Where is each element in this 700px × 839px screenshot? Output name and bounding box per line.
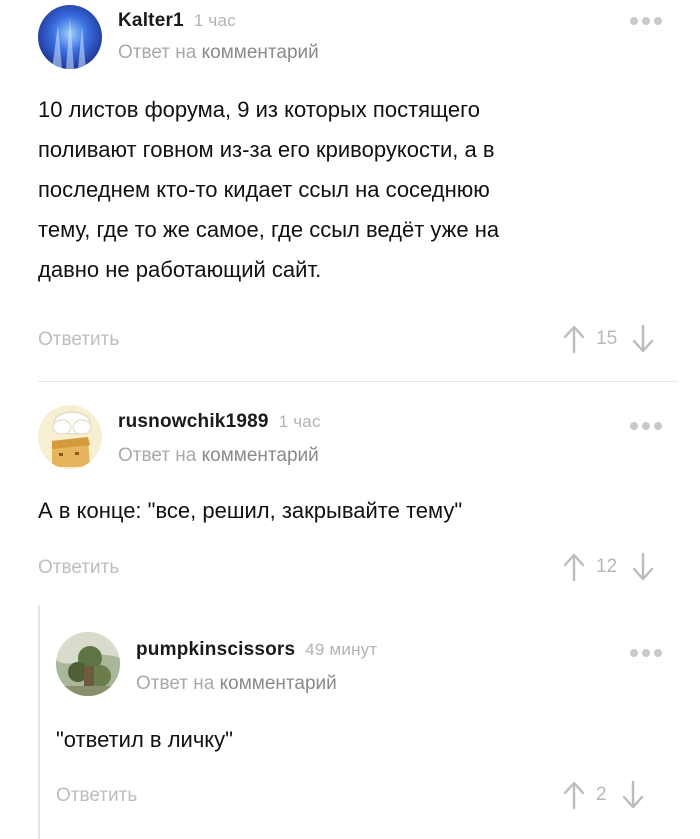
reply-to-link[interactable]: комментарий [220, 673, 337, 694]
username-text[interactable]: rusnowchik1989 [118, 411, 269, 432]
comment-line: "ответил в личку" [56, 727, 233, 752]
avatar[interactable] [56, 632, 120, 696]
more-dots-icon[interactable] [630, 12, 670, 26]
reply-to-label: Ответ на комментарий [118, 445, 319, 467]
comment-body: "ответил в личку" [56, 720, 233, 760]
reply-to-label: Ответ на комментарий [136, 673, 337, 695]
arrow-down-icon[interactable] [631, 324, 655, 354]
comment-line: последнем кто-то кидает ссыл на соседнюю [38, 177, 490, 202]
reply-to-prefix: Ответ на [118, 42, 197, 63]
comment-body: 10 листов форума, 9 из которых постящего… [38, 90, 499, 290]
vote-count: 2 [596, 784, 607, 805]
comment-body: А в конце: "все, решил, закрывайте тему" [38, 491, 462, 531]
vote-control: 2 [562, 778, 645, 812]
reply-to-link[interactable]: комментарий [202, 445, 319, 466]
username-text[interactable]: Kalter1 [118, 10, 184, 31]
timestamp: 1 час [193, 11, 236, 30]
reply-to-prefix: Ответ на [136, 673, 215, 694]
reply-to-link[interactable]: комментарий [202, 42, 319, 63]
comment-rusnowchik1989: rusnowchik1989 1 час Ответ на комментарий… [0, 395, 700, 595]
reply-to-prefix: Ответ на [118, 445, 197, 466]
reply-button[interactable]: Ответить [38, 329, 119, 351]
arrow-up-icon[interactable] [562, 324, 586, 354]
reply-button[interactable]: Ответить [56, 785, 137, 807]
vote-control: 15 [562, 322, 655, 356]
comment-line: тему, где то же самое, где ссыл ведёт уж… [38, 217, 500, 242]
avatar[interactable] [38, 405, 102, 469]
arrow-down-icon[interactable] [621, 780, 645, 810]
arrow-down-icon[interactable] [631, 552, 655, 582]
reply-button[interactable]: Ответить [38, 557, 119, 579]
username[interactable]: pumpkinscissors 49 минут [136, 639, 377, 661]
vote-control: 12 [562, 550, 655, 584]
username[interactable]: rusnowchik1989 1 час [118, 411, 321, 433]
timestamp: 49 минут [305, 640, 378, 659]
timestamp: 1 час [278, 412, 321, 431]
comment-kalter1: Kalter1 1 час Ответ на комментарий 10 лис… [0, 0, 700, 380]
comment-line: давно не работающий сайт. [38, 257, 322, 282]
arrow-up-icon[interactable] [562, 780, 586, 810]
comment-line: поливают говном из-за его криворукости, … [38, 137, 495, 162]
username-text[interactable]: pumpkinscissors [136, 639, 295, 660]
more-dots-icon[interactable] [630, 417, 670, 431]
comment-line: 10 листов форума, 9 из которых постящего [38, 97, 480, 122]
vote-count: 15 [596, 328, 618, 349]
comment-line: А в конце: "все, решил, закрывайте тему" [38, 498, 463, 523]
comment-divider [38, 381, 678, 382]
username[interactable]: Kalter1 1 час [118, 10, 236, 32]
arrow-up-icon[interactable] [562, 552, 586, 582]
comment-pumpkinscissors: pumpkinscissors 49 минут Ответ на коммент… [0, 620, 700, 839]
reply-to-label: Ответ на комментарий [118, 42, 319, 64]
more-dots-icon[interactable] [630, 644, 670, 658]
vote-count: 12 [596, 556, 618, 577]
avatar[interactable] [38, 5, 102, 69]
